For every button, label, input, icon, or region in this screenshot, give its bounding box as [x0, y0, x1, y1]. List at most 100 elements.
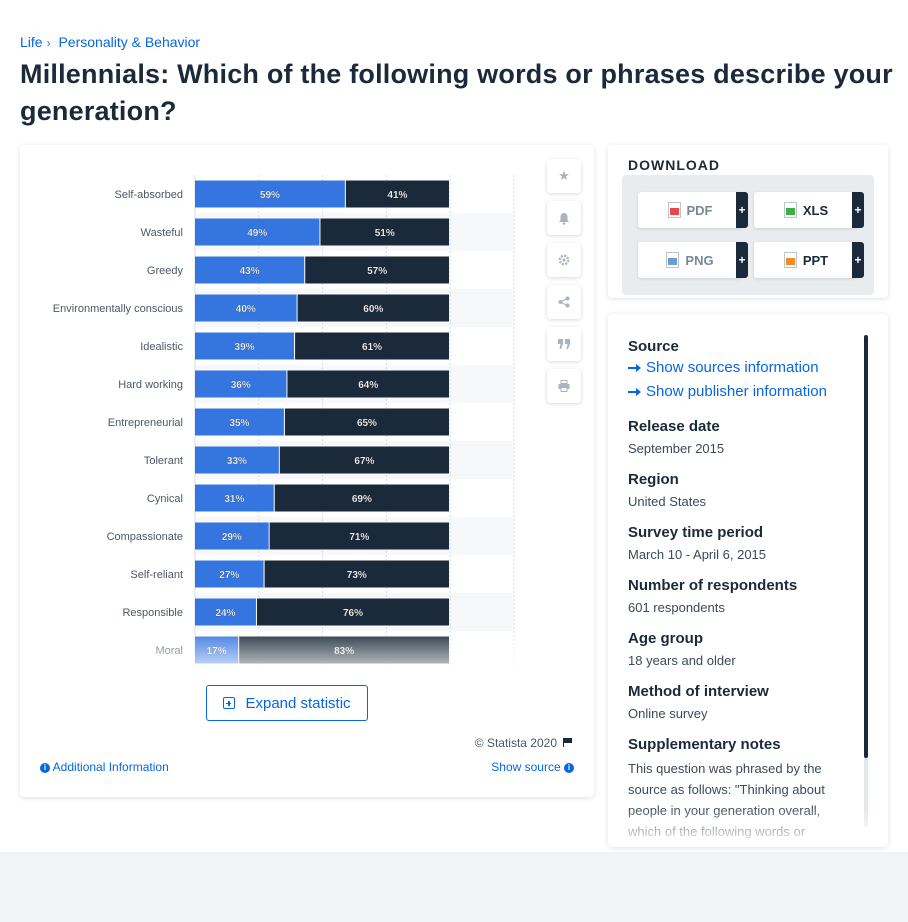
- survey-period-value: March 10 - April 6, 2015: [628, 547, 767, 562]
- show-sources-link[interactable]: Show sources information: [628, 356, 850, 380]
- data-label: 67%: [354, 456, 374, 467]
- data-label: 71%: [349, 532, 369, 543]
- download-png-button[interactable]: PNG +: [638, 242, 748, 278]
- cite-button[interactable]: [547, 327, 581, 361]
- additional-information-label: Additional Information: [52, 760, 169, 774]
- download-png-plus[interactable]: +: [736, 242, 748, 278]
- source-body: Source Show sources information Show pub…: [628, 338, 850, 847]
- show-sources-label: Show sources information: [646, 359, 819, 376]
- print-button[interactable]: [547, 369, 581, 403]
- data-label: 73%: [347, 570, 367, 581]
- download-pdf-label: PDF: [686, 202, 713, 218]
- age-group-label: Age group: [628, 630, 703, 647]
- category-label: Self-absorbed: [115, 189, 184, 201]
- show-source-label: Show source: [491, 760, 561, 774]
- category-label: Entrepreneurial: [108, 417, 183, 429]
- category-label: Wasteful: [141, 227, 183, 239]
- breadcrumb-separator: ›: [46, 36, 51, 50]
- download-png-label: PNG: [685, 252, 714, 268]
- data-label: 59%: [260, 190, 280, 201]
- data-label: 31%: [224, 494, 244, 505]
- survey-period-label: Survey time period: [628, 524, 764, 541]
- data-label: 39%: [235, 342, 255, 353]
- page-title: Millennials: Which of the following word…: [20, 59, 893, 126]
- download-card: DOWNLOAD PDF + XLS + PNG + PPT +: [608, 145, 888, 298]
- show-publisher-label: Show publisher information: [646, 383, 827, 400]
- release-date-label: Release date: [628, 418, 720, 435]
- star-icon: ★: [558, 168, 570, 183]
- category-label: Hard working: [118, 379, 183, 391]
- show-source-link[interactable]: Show source i: [491, 760, 574, 774]
- copyright: © Statista 2020: [475, 736, 572, 750]
- release-date-value: September 2015: [628, 441, 725, 456]
- expand-icon: [223, 697, 236, 709]
- data-label: 76%: [343, 608, 363, 619]
- download-xls-button[interactable]: XLS +: [754, 192, 864, 228]
- data-label: 33%: [227, 456, 247, 467]
- share-icon: [558, 296, 570, 308]
- category-label: Tolerant: [144, 455, 183, 467]
- category-label: Responsible: [122, 607, 183, 619]
- arrow-right-icon: [628, 364, 641, 373]
- data-label: 69%: [352, 494, 372, 505]
- data-label: 40%: [236, 304, 256, 315]
- download-ppt-button[interactable]: PPT +: [754, 242, 864, 278]
- data-label: 36%: [231, 380, 251, 391]
- download-title: DOWNLOAD: [628, 157, 720, 173]
- data-label: 64%: [358, 380, 378, 391]
- chart-fade-overlay: [20, 631, 520, 669]
- favorite-button[interactable]: ★: [547, 159, 581, 193]
- region-value: United States: [628, 494, 707, 509]
- data-label: 35%: [229, 418, 249, 429]
- ppt-file-icon: [783, 252, 797, 268]
- chart-card: Self-absorbed 59% 41% Wasteful 49% 51% Greedy 4…: [20, 145, 594, 797]
- interview-method-value: Online survey: [628, 706, 708, 721]
- interview-method-label: Method of interview: [628, 683, 769, 700]
- copyright-text: © Statista 2020: [474, 736, 557, 750]
- category-label: Self-reliant: [130, 569, 183, 581]
- respondents-value: 601 respondents: [628, 600, 725, 615]
- additional-information-link[interactable]: i Additional Information: [40, 760, 169, 774]
- data-label: 61%: [362, 342, 382, 353]
- download-xls-plus[interactable]: +: [852, 192, 864, 228]
- arrow-right-icon: [628, 388, 641, 397]
- source-heading: Source: [628, 338, 679, 355]
- category-label: Greedy: [147, 265, 184, 277]
- data-label: 29%: [222, 532, 242, 543]
- source-fade: [608, 807, 888, 847]
- region-label: Region: [628, 471, 679, 488]
- supplementary-notes-label: Supplementary notes: [628, 736, 781, 753]
- download-pdf-button[interactable]: PDF +: [638, 192, 748, 228]
- show-publisher-link[interactable]: Show publisher information: [628, 380, 850, 404]
- bar-chart: Self-absorbed 59% 41% Wasteful 49% 51% Greedy 4…: [20, 175, 520, 669]
- data-label: 60%: [363, 304, 383, 315]
- chart-toolbar: ★: [547, 159, 581, 411]
- breadcrumb-item-personality[interactable]: Personality & Behavior: [58, 34, 200, 50]
- breadcrumb-item-life[interactable]: Life: [20, 34, 43, 50]
- download-pdf-plus[interactable]: +: [736, 192, 748, 228]
- download-ppt-label: PPT: [802, 252, 829, 268]
- info-icon: i: [40, 762, 50, 773]
- info-icon: i: [564, 762, 574, 773]
- category-label: Environmentally conscious: [53, 303, 184, 315]
- print-icon: [558, 380, 570, 392]
- share-button[interactable]: [547, 285, 581, 319]
- data-label: 65%: [357, 418, 377, 429]
- bell-icon: [559, 212, 569, 225]
- data-label: 27%: [219, 570, 239, 581]
- category-label: Idealistic: [140, 341, 183, 353]
- flag-icon[interactable]: [563, 738, 572, 747]
- notification-button[interactable]: [547, 201, 581, 235]
- breadcrumb: Life › Personality & Behavior: [20, 34, 200, 50]
- download-ppt-plus[interactable]: +: [852, 242, 864, 278]
- settings-button[interactable]: [547, 243, 581, 277]
- gear-icon: [558, 254, 570, 266]
- quote-icon: [558, 339, 570, 349]
- xls-file-icon: [783, 202, 797, 218]
- expand-statistic-button[interactable]: Expand statistic: [206, 685, 368, 721]
- data-label: 43%: [240, 266, 260, 277]
- age-group-value: 18 years and older: [628, 653, 736, 668]
- data-label: 57%: [367, 266, 387, 277]
- source-scrollbar[interactable]: [864, 335, 868, 758]
- pdf-file-icon: [667, 202, 681, 218]
